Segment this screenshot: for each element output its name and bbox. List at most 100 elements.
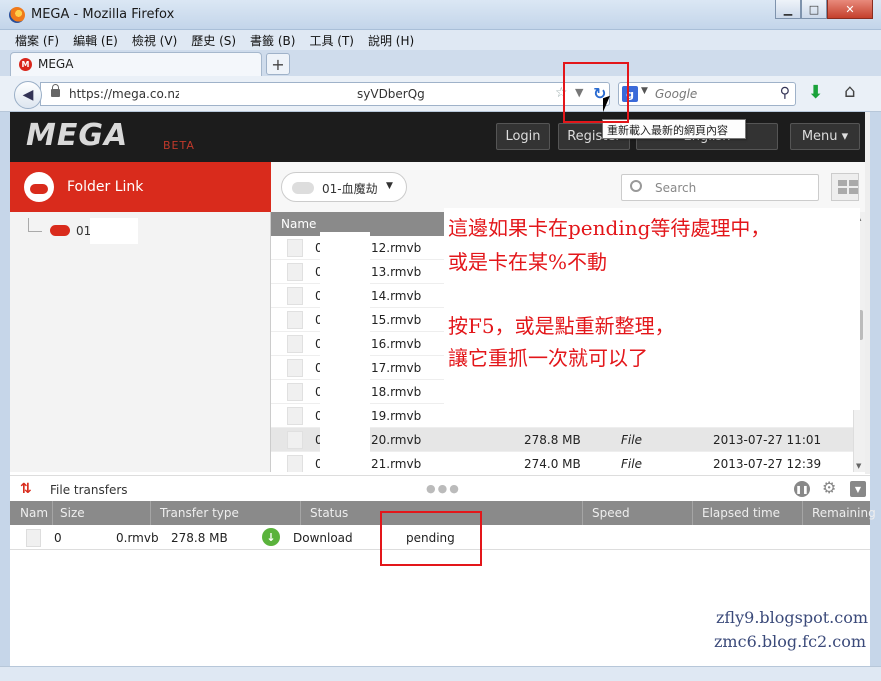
transfer-size: 278.8 MB [171, 531, 228, 545]
tree-label-redaction [90, 218, 138, 244]
collapse-icon[interactable]: ▼ [850, 481, 866, 497]
file-name: 18.rmvb [371, 385, 422, 399]
window-controls: ▁ □ ✕ [775, 0, 873, 19]
file-search-input[interactable]: Search [621, 174, 819, 201]
search-go-icon[interactable]: ⚲ [780, 85, 790, 101]
menu-button[interactable]: Menu ▾ [790, 123, 860, 150]
annotation-overlay: 這邊如果卡在pending等待處理中， 或是卡在某%不動 按F5，或是點重新整理… [444, 208, 860, 410]
file-icon [287, 263, 303, 281]
file-name: 14.rmvb [371, 289, 422, 303]
file-date: 2013-07-27 11:01 [713, 433, 822, 447]
new-tab-button[interactable]: + [266, 53, 290, 75]
chevron-down-icon: ▼ [386, 181, 393, 191]
filename-redaction [320, 232, 370, 472]
file-name: 20.rmvb [371, 433, 422, 447]
page-right-gutter [865, 112, 870, 474]
mega-favicon-icon: M [19, 58, 32, 71]
col-remaining[interactable]: Remaining [812, 506, 876, 520]
menu-help[interactable]: 說明 (H) [361, 30, 421, 50]
file-transfers-bar: ⇅ File transfers ●●● ❚❚ ⚙ ▼ [10, 475, 870, 502]
column-name[interactable]: Name [281, 217, 316, 231]
file-name: 15.rmvb [371, 313, 422, 327]
tab-mega[interactable]: M MEGA [10, 52, 262, 76]
download-arrow-icon[interactable]: ⬇ [808, 82, 823, 103]
pause-icon[interactable]: ❚❚ [794, 481, 810, 497]
search-engine-dropdown-icon[interactable]: ▼ [641, 86, 648, 96]
file-name: 19.rmvb [371, 409, 422, 423]
menu-edit[interactable]: 編輯 (E) [66, 30, 125, 50]
download-icon: ↓ [262, 528, 280, 546]
col-size[interactable]: Size [60, 506, 85, 520]
grid-view-button[interactable] [831, 173, 859, 201]
tab-strip: M MEGA + [0, 50, 881, 76]
close-window-button[interactable]: ✕ [827, 0, 873, 19]
beta-badge: BETA [163, 139, 195, 152]
transfer-file-prefix: 0 [54, 531, 62, 545]
window-border-left [0, 112, 10, 666]
folder-dropdown-label: 01-血魔劫 [322, 182, 378, 196]
login-button[interactable]: Login [496, 123, 550, 150]
file-size: 274.0 MB [524, 457, 581, 471]
menu-history[interactable]: 歷史 (S) [184, 30, 243, 50]
file-search-placeholder: Search [655, 181, 697, 195]
annotation-line-1: 這邊如果卡在pending等待處理中， [448, 216, 771, 240]
file-transfers-label: File transfers [50, 483, 128, 497]
panel-resize-handle[interactable]: ●●● [426, 482, 461, 495]
mega-logo[interactable]: MEGA [26, 118, 128, 153]
url-text: https://mega.co.nz/ [69, 87, 186, 101]
gear-icon[interactable]: ⚙ [822, 478, 836, 497]
scroll-down-icon[interactable]: ▼ [856, 462, 861, 470]
transfer-type: Download [293, 531, 353, 545]
file-name: 13.rmvb [371, 265, 422, 279]
navigation-bar: https://mega.co.nz/ syVDberQg ☆ ▼ ↻ ◀ g … [0, 76, 881, 112]
file-name: 21.rmvb [371, 457, 422, 471]
file-size: 278.8 MB [524, 433, 581, 447]
file-icon [287, 455, 303, 472]
menu-view[interactable]: 檢視 (V) [125, 30, 184, 50]
url-bar[interactable]: https://mega.co.nz/ syVDberQg ☆ ▼ ↻ [40, 82, 610, 106]
url-tail: syVDberQg [357, 87, 425, 101]
file-icon [26, 529, 41, 547]
tab-label: MEGA [38, 57, 74, 71]
back-button[interactable]: ◀ [14, 81, 42, 109]
menu-bar: 檔案 (F) 編輯 (E) 檢視 (V) 歷史 (S) 書籤 (B) 工具 (T… [0, 30, 881, 50]
tree-connector [28, 218, 42, 232]
file-icon [287, 407, 303, 425]
menu-bookmarks[interactable]: 書籤 (B) [243, 30, 302, 50]
file-name: 12.rmvb [371, 241, 422, 255]
col-name[interactable]: Nam [20, 506, 48, 520]
col-status[interactable]: Status [310, 506, 348, 520]
menu-tools[interactable]: 工具 (T) [302, 30, 361, 50]
folder-cloud-icon [50, 225, 70, 236]
tree-root-label[interactable]: 01 [76, 224, 91, 238]
file-icon [287, 431, 303, 449]
transfer-arrows-icon: ⇅ [20, 481, 32, 497]
file-icon [287, 359, 303, 377]
highlight-pending [380, 511, 482, 566]
col-elapsed-time[interactable]: Elapsed time [702, 506, 780, 520]
folder-link-label: Folder Link [67, 179, 144, 195]
file-type: File [621, 457, 642, 471]
file-icon [287, 311, 303, 329]
transfer-file-name: 0.rmvb [116, 531, 159, 545]
watermark-2: zmc6.blog.fc2.com [714, 632, 867, 651]
watermark-1: zfly9.blogspot.com [716, 608, 869, 627]
folder-cloud-small-icon [292, 182, 314, 194]
menu-button-label: Menu [801, 129, 838, 144]
folder-dropdown[interactable]: 01-血魔劫 ▼ [281, 172, 407, 202]
col-transfer-type[interactable]: Transfer type [160, 506, 239, 520]
file-type: File [621, 433, 642, 447]
file-name: 16.rmvb [371, 337, 422, 351]
file-name: 17.rmvb [371, 361, 422, 375]
menu-file[interactable]: 檔案 (F) [8, 30, 66, 50]
minimize-button[interactable]: ▁ [775, 0, 801, 19]
home-icon[interactable]: ⌂ [844, 81, 855, 102]
status-bar [0, 666, 881, 681]
search-bar[interactable]: g ▼ Google ⚲ [618, 82, 796, 106]
file-icon [287, 383, 303, 401]
col-speed[interactable]: Speed [592, 506, 630, 520]
highlight-reload [563, 62, 629, 123]
maximize-button[interactable]: □ [801, 0, 827, 19]
search-icon [630, 180, 642, 192]
file-icon [287, 335, 303, 353]
